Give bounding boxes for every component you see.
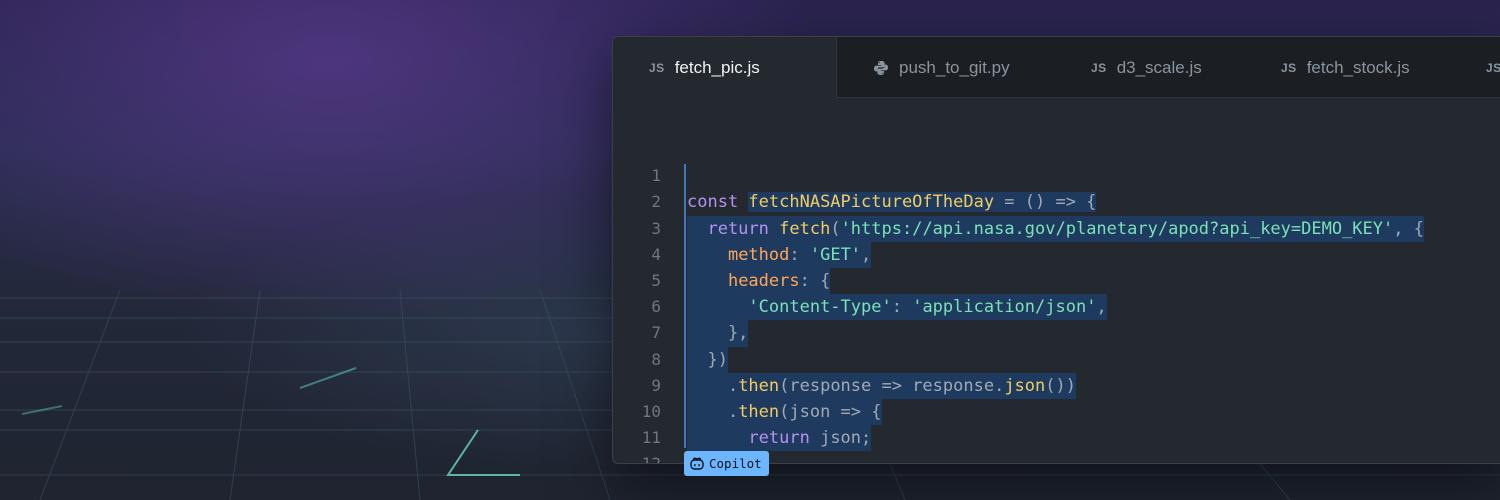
js-icon: JS (649, 61, 665, 75)
code-line: 6 }, (613, 268, 1500, 347)
copilot-badge[interactable]: Copilot (684, 451, 769, 476)
js-icon: JS (1091, 60, 1107, 75)
code-line: 8 .then(response => response.json()) (613, 320, 1500, 399)
copilot-icon (690, 457, 704, 470)
code-line: 1 const fetchNASAPictureOfTheDay = () =>… (613, 137, 1500, 213)
tab-fetch-pic-js[interactable]: JS fetch_pic.js (613, 37, 837, 99)
copilot-label: Copilot (709, 456, 762, 471)
line-number: 12 (641, 454, 661, 464)
code-line: 9 .then(json => { (613, 347, 1500, 426)
tab-fetch-stock-js[interactable]: JS fetch_stock.js (1243, 37, 1453, 98)
tab-push-to-git-py[interactable]: push_to_git.py (837, 37, 1053, 98)
code-line: 7 }) (613, 294, 1500, 373)
code-line: 3 method: 'GET', (613, 189, 1500, 268)
tab-label: push_to_git.py (899, 57, 1010, 77)
code-line: 5 'Content-Type': 'application/json', (613, 242, 1500, 321)
code-line: 11 }); (613, 399, 1500, 463)
code-line: 4 headers: { (613, 216, 1500, 295)
code-line: 2 return fetch('https://api.nasa.gov/pla… (613, 163, 1500, 242)
code-line: 10 return json; (613, 373, 1500, 452)
selection-gutter-bar (684, 164, 686, 448)
tab-overflow-js[interactable]: JS (1453, 37, 1500, 98)
tab-label: fetch_pic.js (674, 58, 760, 77)
tab-label: d3_scale.js (1116, 57, 1202, 77)
tab-d3-scale-js[interactable]: JS d3_scale.js (1053, 37, 1243, 98)
js-icon: JS (1281, 60, 1297, 75)
python-icon (873, 60, 889, 76)
code-area[interactable]: 1 const fetchNASAPictureOfTheDay = () =>… (613, 137, 1500, 463)
code-editor-window: JS fetch_pic.js push_to_git.py JS d3_sca… (612, 36, 1500, 464)
tab-bar: JS fetch_pic.js push_to_git.py JS d3_sca… (613, 37, 1500, 99)
tab-label: fetch_stock.js (1306, 57, 1410, 77)
js-icon: JS (1486, 60, 1500, 75)
code-line: 12 } (613, 425, 1500, 463)
